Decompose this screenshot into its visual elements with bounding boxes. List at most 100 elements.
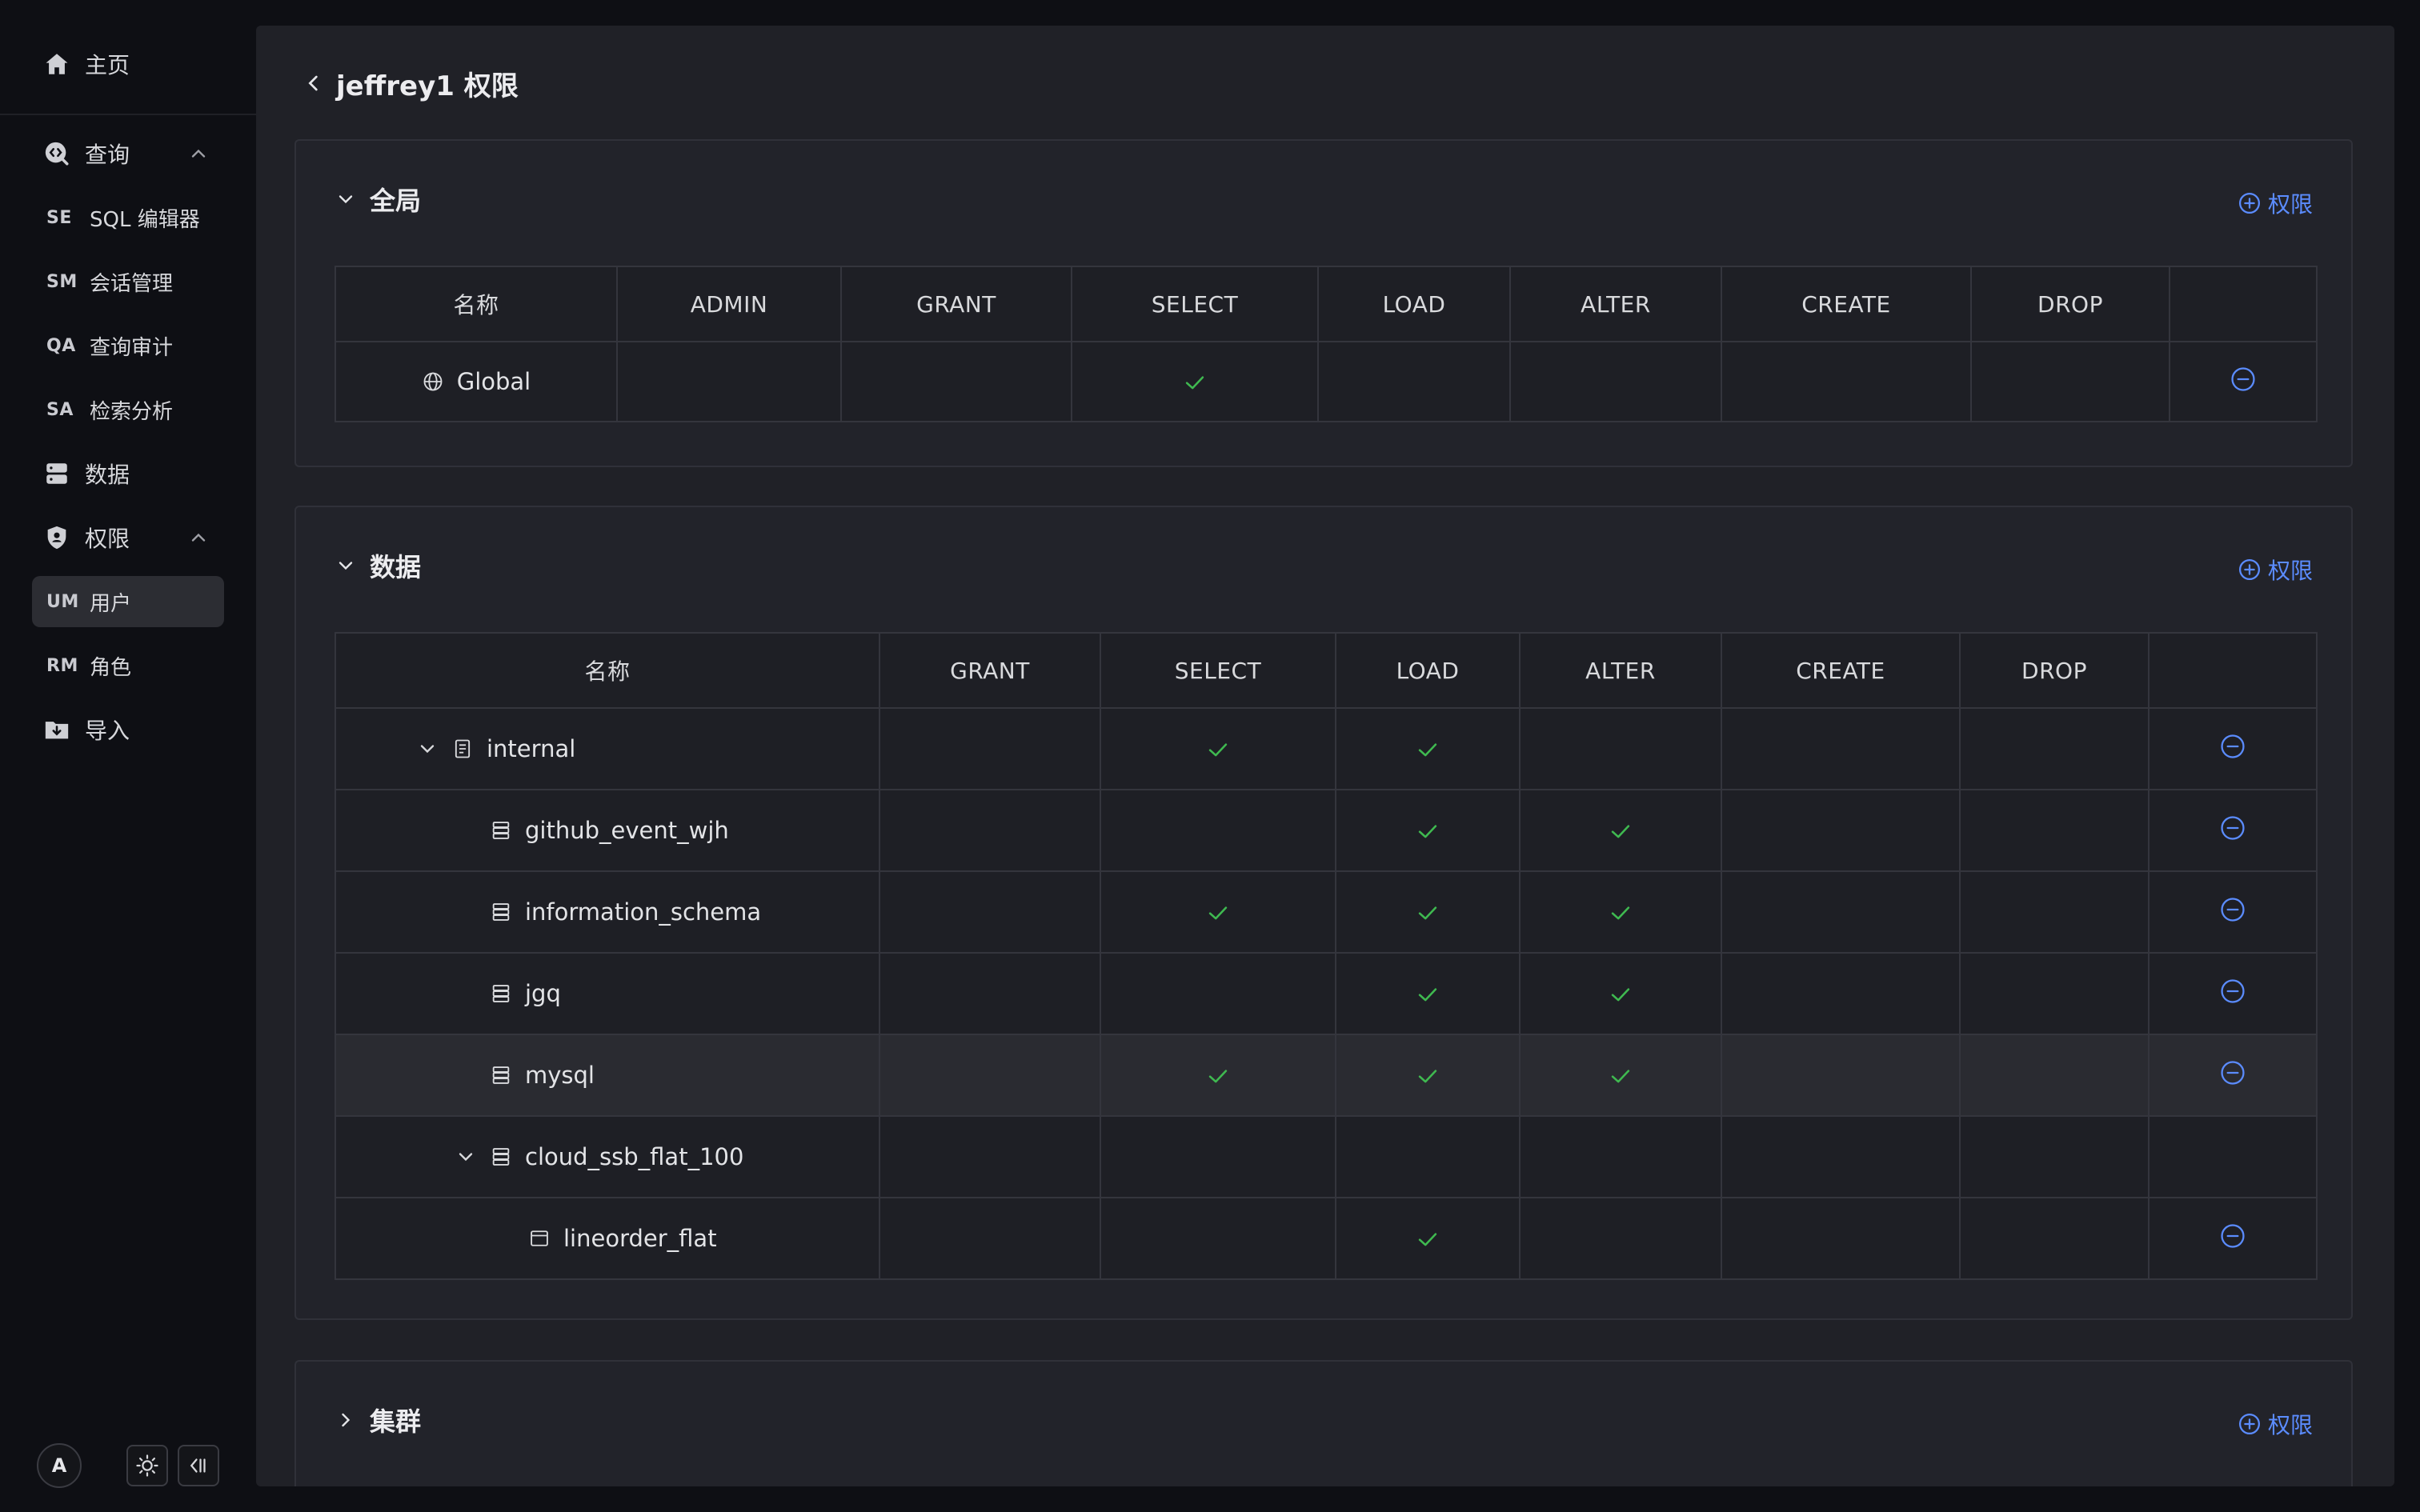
- sidebar-item-abbr: UM: [46, 591, 79, 612]
- cluster-section-toggle[interactable]: 集群: [335, 1402, 421, 1438]
- shield-icon: [43, 524, 70, 551]
- global-section: 全局 权限 名称 ADMIN GRANT SELECT LOAD ALTER CREATE D…: [294, 139, 2353, 467]
- permission-cell-admin: [616, 341, 842, 422]
- name-cell: github_event_wjh: [335, 789, 880, 872]
- check-icon: [1607, 979, 1634, 1006]
- sidebar-item-query[interactable]: 查询: [32, 128, 224, 179]
- check-icon: [1607, 1061, 1634, 1088]
- sidebar-item-session-management[interactable]: SM 会话管理: [32, 256, 224, 307]
- action-cell: [2169, 341, 2318, 422]
- name-cell: internal: [335, 707, 880, 790]
- table-row[interactable]: github_event_wjh: [335, 789, 2318, 872]
- sidebar-item-permission[interactable]: 权限: [32, 512, 224, 563]
- table-row[interactable]: mysql: [335, 1034, 2318, 1117]
- chevron-up-icon[interactable]: [187, 526, 210, 549]
- table-row[interactable]: Global: [335, 341, 2318, 422]
- add-permission-button[interactable]: 权限: [2238, 1408, 2313, 1440]
- remove-permission-button[interactable]: [2219, 978, 2246, 1005]
- sidebar-item-label: 角色: [90, 655, 132, 680]
- add-permission-button[interactable]: 权限: [2238, 554, 2313, 586]
- check-icon: [1414, 898, 1441, 925]
- check-icon: [1607, 898, 1634, 925]
- row-name: internal: [487, 735, 576, 762]
- permission-cell-select: [1100, 1034, 1336, 1117]
- permission-cell-select: [1100, 1115, 1336, 1198]
- chevron-down-icon[interactable]: [416, 738, 439, 760]
- sidebar-item-abbr: SA: [46, 399, 74, 420]
- column-header: 名称: [335, 632, 880, 709]
- sidebar-item-query-audit[interactable]: QA 查询审计: [32, 320, 224, 371]
- column-header: LOAD: [1335, 632, 1521, 709]
- collapse-sidebar-button[interactable]: [178, 1445, 219, 1486]
- remove-permission-button[interactable]: [2219, 1222, 2246, 1250]
- column-header: SELECT: [1071, 266, 1319, 342]
- sidebar-item-label: SQL 编辑器: [90, 207, 200, 232]
- table-row[interactable]: internal: [335, 707, 2318, 790]
- remove-permission-button[interactable]: [2219, 1059, 2246, 1086]
- check-icon: [1204, 898, 1232, 925]
- check-icon: [1414, 816, 1441, 843]
- collapse-left-icon: [190, 1458, 206, 1473]
- check-icon: [1414, 979, 1441, 1006]
- row-name: cloud_ssb_flat_100: [525, 1143, 744, 1170]
- permission-cell-drop: [1970, 341, 2170, 422]
- name-cell: jgq: [335, 952, 880, 1035]
- home-icon: [43, 50, 70, 78]
- data-section-toggle[interactable]: 数据: [335, 547, 421, 584]
- permission-cell-create: [1721, 1197, 1961, 1280]
- globe-icon: [423, 372, 443, 391]
- sidebar-item-roles[interactable]: RM 角色: [32, 640, 224, 691]
- theme-toggle-button[interactable]: [126, 1445, 168, 1486]
- chevron-up-icon[interactable]: [187, 142, 210, 165]
- catalog-icon: [455, 739, 471, 758]
- plus-circle-icon: [2238, 193, 2260, 214]
- main-panel: jeffrey1 权限 全局 权限 名称 ADMIN GRANT SELECT LOAD…: [256, 26, 2394, 1486]
- table-row[interactable]: jgq: [335, 952, 2318, 1035]
- action-cell: [2148, 1115, 2318, 1198]
- plus-circle-icon: [2238, 1414, 2260, 1434]
- row-name: lineorder_flat: [563, 1225, 717, 1252]
- sidebar-item-sql-editor[interactable]: SE SQL 编辑器: [32, 192, 224, 243]
- column-header: ALTER: [1509, 266, 1722, 342]
- column-header: [2148, 632, 2318, 709]
- permission-cell-create: [1721, 707, 1961, 790]
- permission-cell-select: [1100, 789, 1336, 872]
- minus-circle-icon: [2231, 366, 2255, 391]
- sidebar-item-label: 导入: [85, 718, 130, 744]
- minus-circle-icon: [2221, 978, 2245, 1003]
- chevron-down-icon[interactable]: [455, 1146, 477, 1168]
- permission-cell-grant: [879, 870, 1101, 954]
- add-permission-button[interactable]: 权限: [2238, 187, 2313, 219]
- global-permission-table: 名称 ADMIN GRANT SELECT LOAD ALTER CREATE DROP Gl…: [335, 266, 2318, 422]
- name-cell: Global: [335, 341, 618, 422]
- remove-permission-button[interactable]: [2219, 814, 2246, 842]
- table-row[interactable]: information_schema: [335, 870, 2318, 954]
- remove-permission-button[interactable]: [2219, 733, 2246, 760]
- sidebar-item-import[interactable]: 导入: [32, 704, 224, 755]
- data-section: 数据 权限 名称 GRANT SELECT LOAD ALTER CREATE DROP i…: [294, 506, 2353, 1320]
- back-arrow-icon[interactable]: [301, 70, 327, 96]
- permission-cell-select: [1100, 707, 1336, 790]
- permission-cell-create: [1721, 952, 1961, 1035]
- table-row[interactable]: lineorder_flat: [335, 1197, 2318, 1280]
- table-row[interactable]: cloud_ssb_flat_100: [335, 1115, 2318, 1198]
- permission-cell-load: [1335, 707, 1521, 790]
- remove-permission-button[interactable]: [2219, 896, 2246, 923]
- sidebar-item-home[interactable]: 主页: [32, 38, 224, 90]
- database-icon: [492, 903, 510, 921]
- remove-permission-button[interactable]: [2230, 366, 2257, 393]
- permission-cell-grant: [840, 341, 1072, 422]
- column-header: DROP: [1970, 266, 2170, 342]
- sidebar-item-data[interactable]: 数据: [32, 448, 224, 499]
- sidebar-item-search-analysis[interactable]: SA 检索分析: [32, 384, 224, 435]
- permission-cell-alter: [1509, 341, 1722, 422]
- database-icon: [492, 822, 510, 839]
- column-header: ALTER: [1519, 632, 1722, 709]
- check-icon: [1414, 1224, 1441, 1251]
- sidebar-item-users[interactable]: UM 用户: [32, 576, 224, 627]
- sidebar-item-label: 权限: [85, 526, 130, 552]
- avatar[interactable]: A: [37, 1443, 82, 1488]
- sidebar-item-label: 数据: [85, 462, 130, 488]
- column-header: ADMIN: [616, 266, 842, 342]
- global-section-toggle[interactable]: 全局: [335, 181, 421, 218]
